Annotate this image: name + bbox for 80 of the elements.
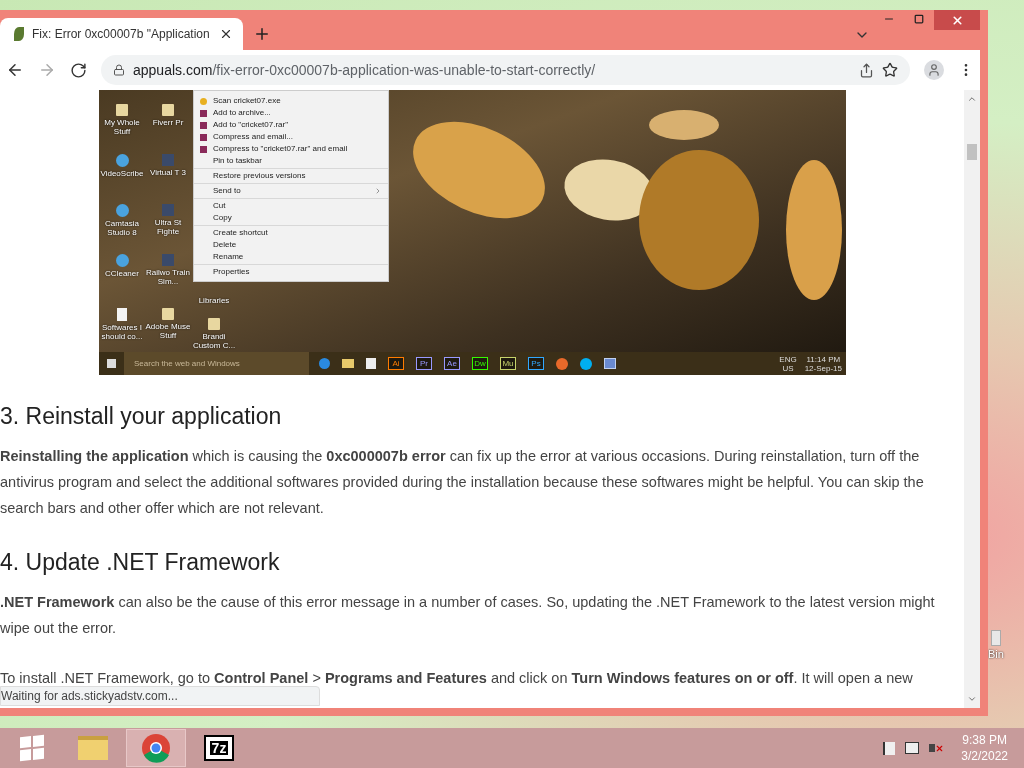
star-icon[interactable] [882,62,898,78]
desktop-icon-label: Adobe Muse Stuff [145,322,191,340]
desktop-icon-label: Railwo Train Sim... [145,268,191,286]
address-bar[interactable]: appuals.com/fix-error-0xc00007b-application-was-unable-to-start-correctly/ [101,55,910,85]
article-paragraph: Reinstalling the application which is causing the 0xc000007b error can fix up the error at various occasions. During reinstallation, turn off the antivirus program and select the additional softwares provided during the installation because these softwares might be helpful. You can skip the search bars and other offer which are not relevant. [0,447,925,518]
status-bubble: Waiting for ads.stickyadstv.com... [0,686,320,706]
desktop-icon-label: My Whole Stuff [103,118,141,136]
taskbar-button[interactable]: 7z [189,729,249,767]
app-tile-icon: Mu [500,357,516,370]
context-menu-item[interactable]: Send to [194,185,388,197]
desktop-icon-label: CCleaner [105,269,139,278]
folder-icon [162,104,174,116]
language-text: ENG [779,354,797,364]
clock-date: 12-Sep-15 [804,363,842,373]
context-menu-item[interactable]: Add to "cricket07.rar" [194,119,388,131]
scroll-up-icon[interactable] [967,94,977,104]
clock-date: 3/2/2022 [961,748,1008,764]
desktop-icon-label: Fiverr Pr [152,118,184,127]
app-tile-icon: Pr [416,357,432,370]
clock-time: 11:14 PM [806,354,841,364]
desktop-icon-label: Softwares I should co... [100,323,144,341]
chevron-icon [374,187,382,195]
chrome-logo-icon [141,733,171,763]
app-tile-icon: Dw [472,357,488,370]
context-menu-item[interactable]: Delete [194,239,388,251]
folder-icon [116,104,128,116]
lock-icon [113,64,125,76]
scroll-thumb[interactable] [967,144,977,160]
context-menu-item[interactable]: Restore previous versions [194,170,388,182]
folder-icon [208,318,220,330]
desktop-icon-label: Camtasia Studio 8 [104,219,140,237]
file-icon [117,308,127,321]
desktop-icon-label: Libraries [198,296,230,305]
section-heading: 3. Reinstall your application [0,402,283,431]
search-field[interactable]: Search the web and Windows [124,352,309,375]
folder-icon [78,736,108,760]
new-tab-icon[interactable] [253,25,271,43]
desktop-icon-label: Brandi Custom C... [191,332,237,350]
app-tile-icon: Ae [444,357,460,370]
close-icon[interactable] [219,27,233,41]
windows-logo-icon [107,359,116,368]
context-menu-item[interactable]: Create shortcut [194,227,388,239]
desktop-icon-label: VideoScribe [100,169,144,178]
volume-muted-icon[interactable] [929,742,945,754]
reload-icon[interactable] [70,61,87,79]
context-menu-item[interactable]: Properties [194,266,388,278]
browser-tab[interactable]: Fix: Error 0xc00007b "Application [0,18,243,50]
context-menu-item[interactable]: Pin to taskbar [194,155,388,167]
app-tile-icon: Ai [388,357,404,370]
context-menu-item[interactable]: Compress and email... [194,131,388,143]
article-paragraph: .NET Framework can also be the cause of this error message in a number of cases. So, updating the .NET Framework to the latest version might wipe out the error. [0,593,936,638]
folder-icon [342,359,354,368]
context-menu-item[interactable]: Copy [194,212,388,224]
context-menu-item[interactable]: Scan cricket07.exe [194,95,388,107]
article-paragraph: To install .NET Framework, go to Control Panel > Programs and Features and click on Turn Windows features on or off. It will open a new [0,669,914,688]
desktop-icon-label: Bin [988,647,1004,662]
close-window-button[interactable] [934,10,980,30]
taskbar-button[interactable] [126,729,186,767]
archive-logo-icon: 7z [204,735,234,761]
context-menu-item[interactable]: Rename [194,251,388,263]
desktop-icon-label: Virtual T 3 [150,168,186,177]
context-menu-item[interactable]: Cut [194,200,388,212]
window-icon [604,358,616,369]
leaf-favicon-icon [14,27,24,41]
clock-time: 9:38 PM [962,732,1007,748]
back-icon[interactable] [6,61,24,79]
folder-icon [162,308,174,320]
language-text: US [782,363,794,373]
maximize-icon[interactable] [914,14,924,24]
scrollbar[interactable] [964,90,980,708]
scroll-down-icon[interactable] [967,694,977,704]
share-icon[interactable] [859,62,874,78]
section-heading: 4. Update .NET Framework [0,548,281,577]
forward-icon[interactable] [38,61,56,79]
context-menu-item[interactable]: Add to archive... [194,107,388,119]
context-menu-item[interactable]: Compress to "cricket07.rar" and email [194,143,388,155]
app-tile-icon: Ps [528,357,544,370]
profile-icon[interactable] [924,60,944,80]
close-icon [950,13,964,27]
desktop-icon-label: Ultra St Fighte [153,218,183,236]
